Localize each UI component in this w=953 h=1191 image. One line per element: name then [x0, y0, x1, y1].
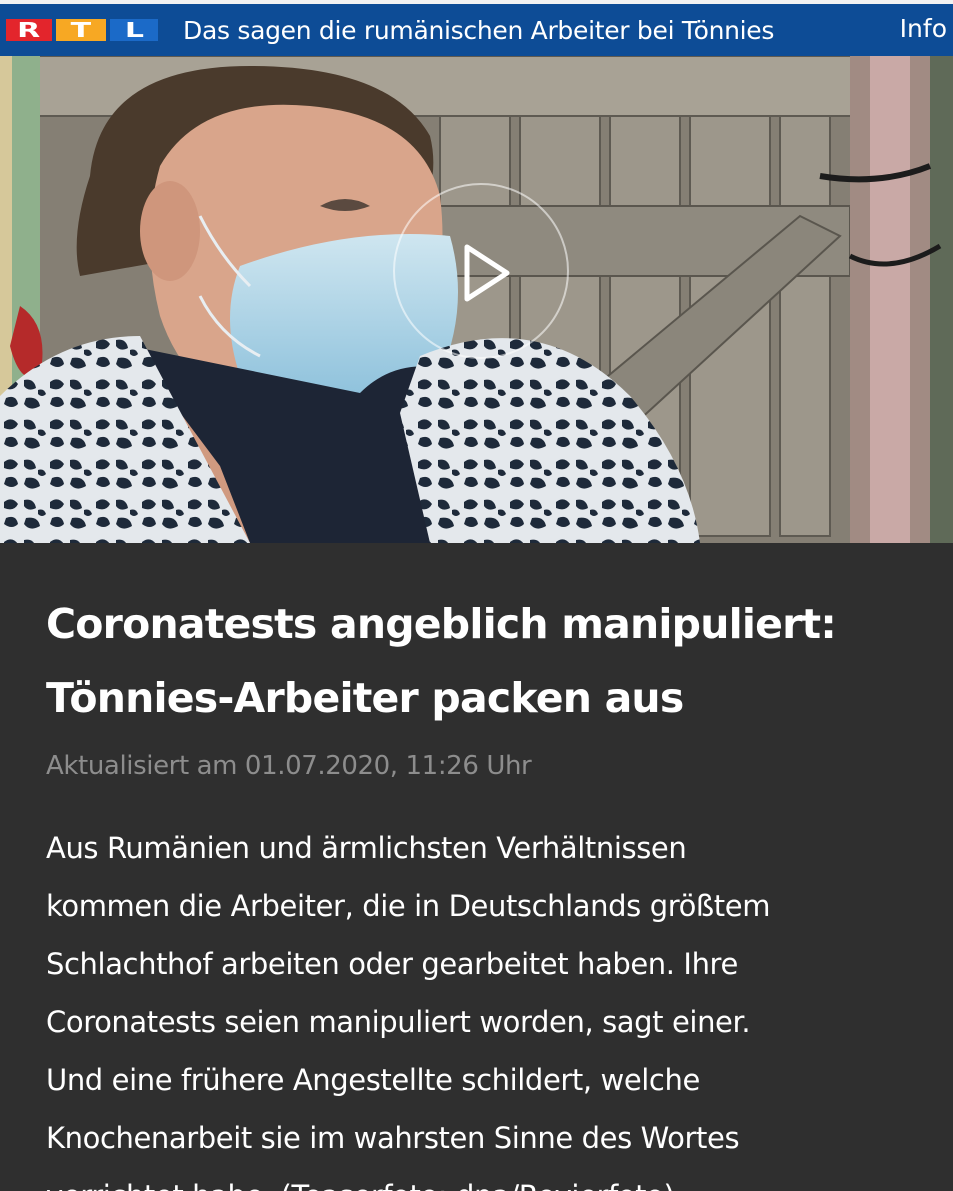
logo-letter-t: T — [70, 18, 92, 42]
video-player[interactable] — [0, 56, 953, 543]
video-title: Das sagen die rumänischen Arbeiter bei T… — [183, 15, 775, 45]
teaser-line: kommen die Arbeiter, die in Deutschlands… — [46, 889, 771, 923]
teaser-line: Aus Rumänien und ärmlichsten Verhältniss… — [46, 831, 687, 865]
teaser-line: Schlachthof arbeiten oder gearbeitet hab… — [46, 947, 738, 981]
teaser-line: Coronatests seien manipuliert worden, sa… — [46, 1005, 751, 1039]
logo-r-block: R — [6, 19, 52, 41]
play-icon — [464, 244, 510, 302]
article-teaser: Aus Rumänien und ärmlichsten Verhältniss… — [46, 819, 926, 1191]
article-body: Coronatests angeblich manipuliert: Tönni… — [0, 543, 953, 1191]
logo-l-block: L — [110, 19, 158, 41]
logo-letter-l: L — [124, 18, 144, 42]
rtl-logo[interactable]: R T L — [6, 17, 158, 43]
info-button[interactable]: Info — [900, 14, 947, 43]
teaser-line: verrichtet habe. (Teaserfoto: dpa/Revier… — [46, 1167, 926, 1191]
teaser-line: Und eine frühere Angestellte schildert, … — [46, 1063, 700, 1097]
logo-letter-r: R — [17, 18, 41, 42]
headline-line: Coronatests angeblich manipuliert: — [46, 600, 837, 648]
logo-t-block: T — [56, 19, 106, 41]
teaser-line: Knochenarbeit sie im wahrsten Sinne des … — [46, 1121, 740, 1155]
article-headline[interactable]: Coronatests angeblich manipuliert: Tönni… — [46, 587, 926, 735]
updated-timestamp: Aktualisiert am 01.07.2020, 11:26 Uhr — [46, 751, 532, 781]
play-button[interactable] — [393, 183, 569, 359]
headline-line: Tönnies-Arbeiter packen aus — [46, 674, 684, 722]
news-page: R T L Das sagen die rumänischen Arbeiter… — [0, 0, 953, 1191]
video-header-bar: R T L Das sagen die rumänischen Arbeiter… — [0, 0, 953, 56]
